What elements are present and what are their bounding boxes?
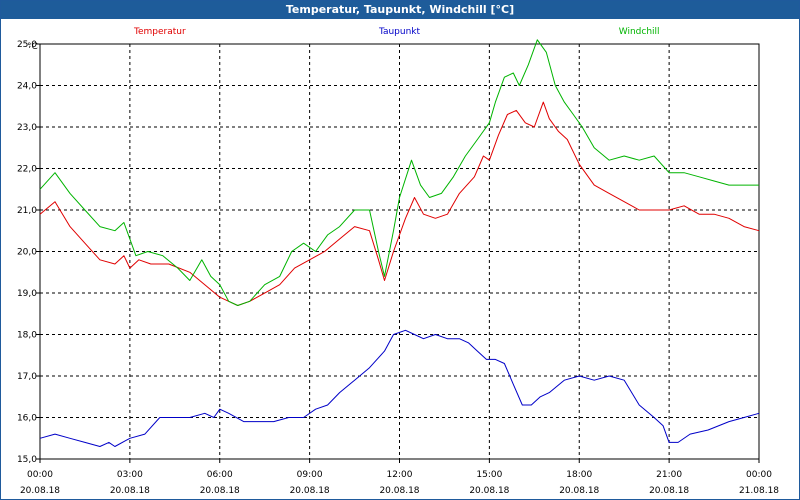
y-tick-label: 22,0 (17, 165, 37, 175)
x-tick-date: 20.08.18 (290, 486, 330, 496)
chart-svg: 15,0 16,0 17,0 18,0 19,0 20,0 21,0 22,0 23,0 24,0… (17, 27, 779, 496)
x-tick-time: 00:00 (746, 470, 772, 480)
x-tick-time: 18:00 (566, 470, 592, 480)
x-tick-date: 20.08.18 (559, 486, 599, 496)
y-tick-label: 21,0 (17, 206, 37, 216)
legend-entry-temperatur: Temperatur (133, 27, 186, 37)
chart-window: Temperatur, Taupunkt, Windchill [°C] 15,… (0, 0, 800, 500)
x-tick-time: 12:00 (387, 470, 413, 480)
y-tick-label: 23,0 (17, 123, 37, 133)
x-tick-date: 20.08.18 (469, 486, 509, 496)
x-axis: 00:00 20.08.18 03:00 20.08.18 06:00 20.08.18 0… (20, 459, 779, 496)
y-tick-label: 18,0 (17, 331, 37, 341)
x-tick-date: 20.08.18 (379, 486, 419, 496)
y-axis: 15,0 16,0 17,0 18,0 19,0 20,0 21,0 22,0 23,0 24,0… (17, 40, 40, 465)
x-tick-time: 09:00 (297, 470, 323, 480)
x-tick-time: 03:00 (117, 470, 143, 480)
y-tick-label: 15,0 (17, 455, 37, 465)
x-tick-time: 00:00 (27, 470, 53, 480)
x-tick-date: 20.08.18 (20, 486, 60, 496)
y-tick-label: 16,0 (17, 414, 37, 424)
legend: Temperatur Taupunkt Windchill (133, 27, 660, 37)
y-tick-label: 20,0 (17, 248, 37, 258)
x-tick-time: 21:00 (656, 470, 682, 480)
legend-entry-windchill: Windchill (619, 27, 660, 37)
y-axis-label: °C (27, 42, 38, 52)
y-tick-label: 24,0 (17, 82, 37, 92)
x-tick-date: 20.08.18 (110, 486, 150, 496)
x-tick-time: 06:00 (207, 470, 233, 480)
y-tick-label: 17,0 (17, 372, 37, 382)
legend-entry-taupunkt: Taupunkt (378, 27, 421, 37)
y-tick-label: 19,0 (17, 289, 37, 299)
x-tick-time: 15:00 (476, 470, 502, 480)
x-tick-date: 20.08.18 (649, 486, 689, 496)
x-tick-date: 21.08.18 (739, 486, 779, 496)
x-tick-date: 20.08.18 (200, 486, 240, 496)
